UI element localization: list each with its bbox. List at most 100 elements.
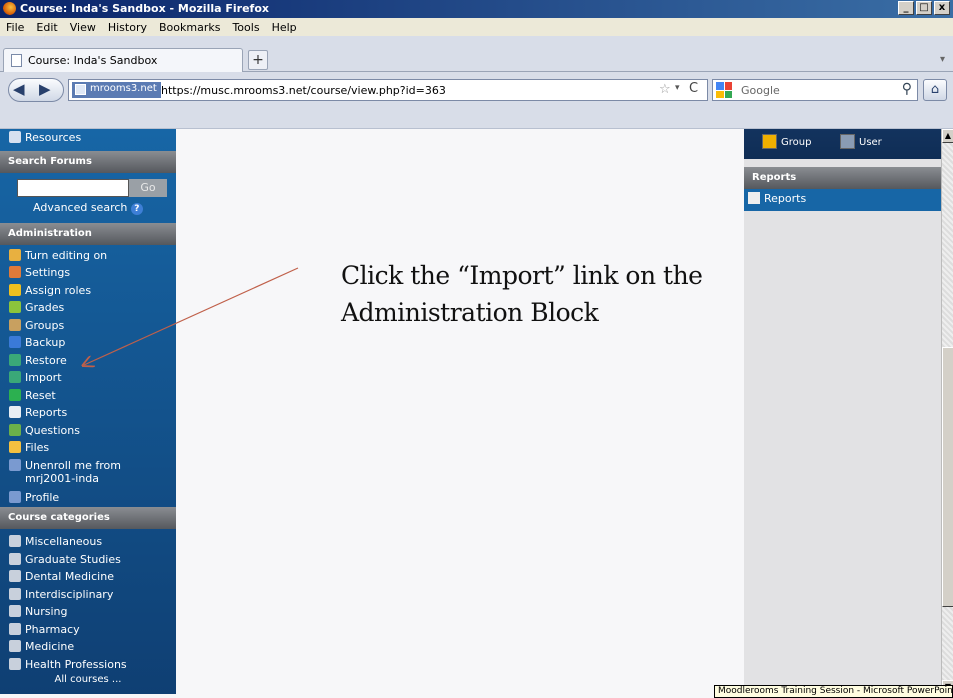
site-icon xyxy=(75,84,86,95)
scroll-up-icon[interactable]: ▲ xyxy=(942,129,953,143)
menu-edit[interactable]: Edit xyxy=(30,18,63,36)
category-label: Miscellaneous xyxy=(25,535,103,548)
url-dropdown-icon[interactable]: ▾ xyxy=(675,83,680,93)
right-spacer xyxy=(744,159,941,167)
menu-history[interactable]: History xyxy=(102,18,153,36)
instruction-line-2: Administration Block xyxy=(341,298,599,327)
admin-item-profile[interactable]: Profile xyxy=(0,489,176,507)
category-item[interactable]: Dental Medicine xyxy=(0,568,176,586)
window-title: Course: Inda's Sandbox - Mozilla Firefox xyxy=(20,2,269,15)
search-input[interactable]: Google xyxy=(741,84,780,97)
left-column: Resources Search Forums Go Advanced sear… xyxy=(0,129,176,694)
firefox-icon xyxy=(3,2,16,15)
admin-item-label: Import xyxy=(25,371,62,384)
site-identity-button[interactable]: mrooms3.net xyxy=(72,82,161,98)
category-item[interactable]: Health Professions xyxy=(0,656,176,674)
tab-bar: Course: Inda's Sandbox + ▾ xyxy=(0,36,953,72)
search-forums-row: Go xyxy=(0,173,176,201)
admin-item-turn[interactable]: Turn editing on xyxy=(0,247,176,265)
category-label: Nursing xyxy=(25,605,68,618)
menu-file[interactable]: File xyxy=(0,18,30,36)
category-label: Interdisciplinary xyxy=(25,587,114,601)
maximize-button[interactable]: □ xyxy=(916,1,932,15)
admin-item-backup[interactable]: Backup xyxy=(0,334,176,352)
menu-bookmarks[interactable]: Bookmarks xyxy=(153,18,226,36)
scroll-thumb[interactable] xyxy=(942,347,953,607)
category-item[interactable]: Miscellaneous xyxy=(0,533,176,551)
bookmark-star-icon[interactable]: ☆ xyxy=(659,82,671,97)
advanced-search-link[interactable]: Advanced search ? xyxy=(0,201,176,219)
admin-item-label: Grades xyxy=(25,301,65,314)
category-item[interactable]: Interdisciplinary xyxy=(0,586,176,604)
reports-link-right[interactable]: Reports xyxy=(744,189,941,211)
category-icon xyxy=(9,605,21,617)
category-item[interactable]: Graduate Studies xyxy=(0,551,176,569)
group-user-strip: Group User xyxy=(744,129,941,159)
pencil-icon xyxy=(9,248,21,261)
resources-link[interactable]: Resources xyxy=(0,129,176,147)
profile-icon xyxy=(9,490,21,503)
forum-search-go-button[interactable]: Go xyxy=(129,178,167,197)
admin-item-assign[interactable]: Assign roles xyxy=(0,282,176,300)
admin-item-settings[interactable]: Settings xyxy=(0,264,176,282)
category-label: Medicine xyxy=(25,640,75,653)
google-icon[interactable] xyxy=(716,82,732,98)
search-icon[interactable]: ⚲ xyxy=(902,81,912,97)
menu-view[interactable]: View xyxy=(64,18,102,36)
category-icon xyxy=(9,535,21,547)
bookmarks-toolbar xyxy=(0,107,953,129)
home-button[interactable]: ⌂ xyxy=(923,79,947,101)
window-controls: _ □ x xyxy=(898,1,950,15)
minimize-button[interactable]: _ xyxy=(898,1,914,15)
category-item[interactable]: Medicine xyxy=(0,638,176,656)
admin-item-unenroll[interactable]: Unenroll me from mrj2001-inda xyxy=(0,457,176,489)
category-label: Pharmacy xyxy=(25,622,80,636)
admin-item-restore[interactable]: Restore xyxy=(0,352,176,370)
category-icon xyxy=(9,552,21,565)
admin-item-questions[interactable]: Questions xyxy=(0,422,176,440)
category-item[interactable]: Nursing xyxy=(0,603,176,621)
reload-button[interactable]: C xyxy=(689,81,698,96)
tab-title: Course: Inda's Sandbox xyxy=(28,54,158,67)
admin-item-files[interactable]: Files xyxy=(0,439,176,457)
right-column: Group User Reports Reports xyxy=(744,129,941,698)
menu-help[interactable]: Help xyxy=(266,18,303,36)
admin-item-reports[interactable]: Reports xyxy=(0,404,176,422)
group-mode-link[interactable]: Group xyxy=(762,134,811,149)
back-button[interactable]: ◀ xyxy=(13,80,25,98)
page-icon xyxy=(11,54,22,67)
forum-search-input[interactable] xyxy=(17,178,129,197)
url-text[interactable]: https://musc.mrooms3.net/course/view.php… xyxy=(161,84,446,97)
reports-icon xyxy=(9,406,21,418)
admin-item-groups[interactable]: Groups xyxy=(0,317,176,335)
category-label: Health Professions xyxy=(25,657,127,671)
tab-course[interactable]: Course: Inda's Sandbox xyxy=(3,48,243,72)
back-forward-group: ◀ ▶ xyxy=(8,78,64,102)
admin-item-label: Groups xyxy=(25,318,65,332)
admin-item-reset[interactable]: Reset xyxy=(0,387,176,405)
vertical-scrollbar[interactable]: ▲ ▼ xyxy=(941,129,953,694)
administration-list: Turn editing on Settings Assign roles Grade… xyxy=(0,245,176,507)
roles-icon xyxy=(9,283,21,296)
admin-item-label: Unenroll me from mrj2001-inda xyxy=(25,458,121,485)
admin-item-label: Profile xyxy=(25,490,60,504)
menu-tools[interactable]: Tools xyxy=(226,18,265,36)
admin-item-import[interactable]: Import xyxy=(0,369,176,387)
forward-button[interactable]: ▶ xyxy=(39,80,51,98)
search-bar[interactable]: Google ⚲ xyxy=(712,79,918,101)
all-courses-link[interactable]: All courses ... xyxy=(0,673,176,687)
group-icon xyxy=(762,134,777,149)
new-tab-button[interactable]: + xyxy=(248,50,268,70)
admin-item-grades[interactable]: Grades xyxy=(0,299,176,317)
url-bar[interactable]: mrooms3.net https://musc.mrooms3.net/cou… xyxy=(68,79,708,101)
import-icon xyxy=(9,371,21,383)
help-icon[interactable]: ? xyxy=(130,202,143,215)
navigation-toolbar: ◀ ▶ mrooms3.net https://musc.mrooms3.net… xyxy=(0,72,953,107)
grades-icon xyxy=(9,301,21,313)
backup-icon xyxy=(9,336,21,348)
close-button[interactable]: x xyxy=(934,1,950,15)
instruction-line-1: Click the “Import” link on the xyxy=(341,261,703,290)
user-mode-link[interactable]: User xyxy=(840,134,882,149)
category-item[interactable]: Pharmacy xyxy=(0,621,176,639)
tab-list-icon[interactable]: ▾ xyxy=(940,54,945,65)
